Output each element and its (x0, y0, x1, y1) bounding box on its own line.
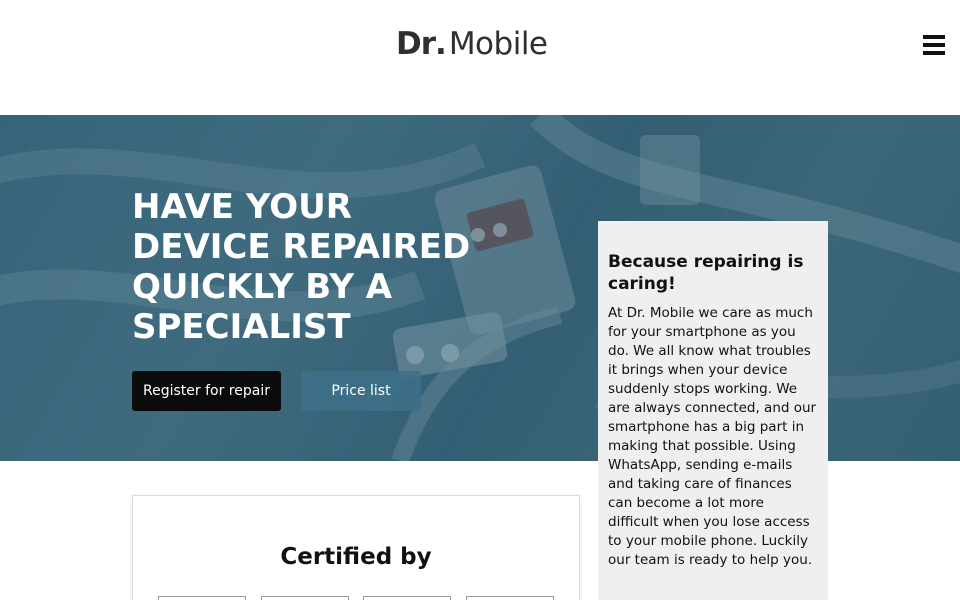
info-card: Because repairing is caring! At Dr. Mobi… (598, 221, 828, 600)
hamburger-bar (923, 35, 945, 39)
certification-logo (158, 596, 246, 600)
info-card-title: Because repairing is caring! (608, 252, 804, 294)
hamburger-menu-icon[interactable] (923, 35, 945, 55)
hero-headline: HAVE YOUR DEVICE REPAIRED QUICKLY BY A S… (132, 187, 471, 347)
price-list-button[interactable]: Price list (301, 371, 421, 411)
certification-logo (261, 596, 349, 600)
info-card-text: At Dr. Mobile we care as much for your s… (608, 305, 817, 568)
logo-mobile-text: Mobile (448, 26, 548, 62)
hamburger-bar (923, 43, 945, 47)
certified-by-section: Certified by (132, 495, 580, 600)
site-header: Dr . Mobile (0, 0, 960, 115)
dr-mobile-logo[interactable]: Dr . Mobile (396, 26, 548, 62)
certification-logo (466, 596, 554, 600)
hamburger-bar (923, 51, 945, 55)
certified-by-title: Certified by (280, 544, 432, 570)
logo-dr-text: Dr (396, 26, 436, 62)
register-for-repair-button[interactable]: Register for repair (132, 371, 281, 411)
logo-dot: . (435, 26, 447, 62)
certification-logo (363, 596, 451, 600)
